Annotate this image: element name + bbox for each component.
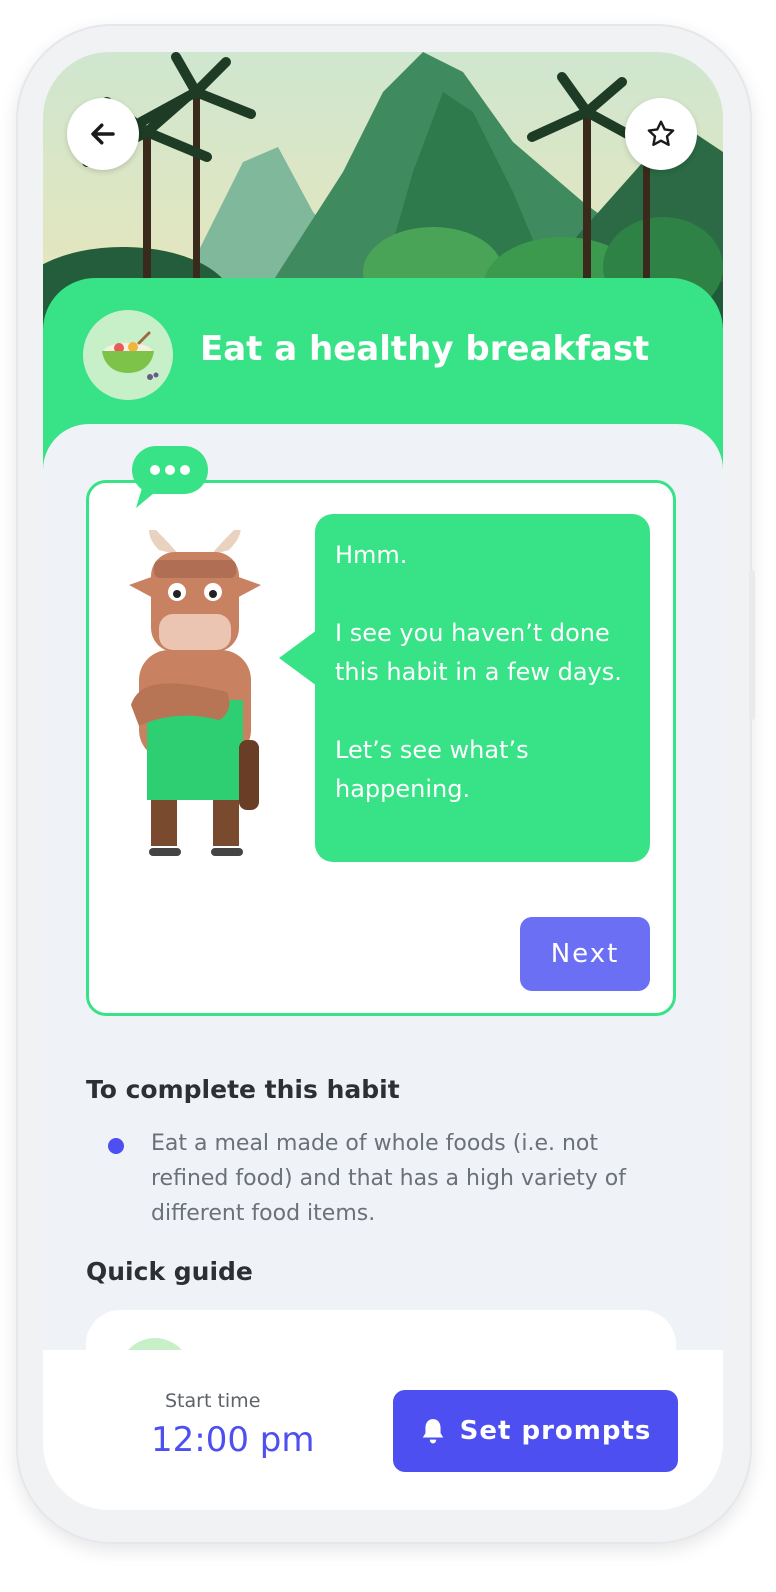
bell-icon: [422, 1419, 443, 1444]
speech-line-1: Hmm.: [335, 541, 408, 569]
favorite-button[interactable]: [625, 98, 697, 170]
bullet-dot: [108, 1138, 124, 1154]
start-time-label: Start time: [165, 1390, 261, 1412]
arrow-left-icon: [91, 123, 115, 145]
bull-mascot-icon: [129, 530, 261, 856]
habit-icon-badge: [83, 310, 173, 400]
phone-side-button: [749, 570, 755, 720]
habit-title: Eat a healthy breakfast: [200, 329, 650, 369]
star-outline-icon: [647, 120, 675, 146]
set-prompts-button[interactable]: Set prompts: [393, 1390, 678, 1472]
speech-line-3: Let’s see what’s happening.: [335, 736, 529, 803]
start-time-value[interactable]: 12:00 pm: [151, 1420, 315, 1460]
salad-bowl-icon: [102, 331, 159, 380]
speech-line-2: I see you haven’t done this habit in a f…: [335, 619, 622, 686]
completion-heading: To complete this habit: [86, 1075, 400, 1104]
chat-ellipsis-icon: [132, 446, 208, 508]
coach-speech-bubble: Hmm. I see you haven’t done this habit i…: [279, 514, 650, 862]
next-button[interactable]: Next: [520, 917, 650, 991]
quick-guide-heading: Quick guide: [86, 1257, 253, 1286]
set-prompts-label: Set prompts: [459, 1416, 652, 1446]
app-screen: Eat a healthy breakfast Hmm. I see you h…: [43, 52, 723, 1510]
completion-item: Eat a meal made of whole foods (i.e. not…: [151, 1131, 626, 1226]
back-button[interactable]: [67, 98, 139, 170]
